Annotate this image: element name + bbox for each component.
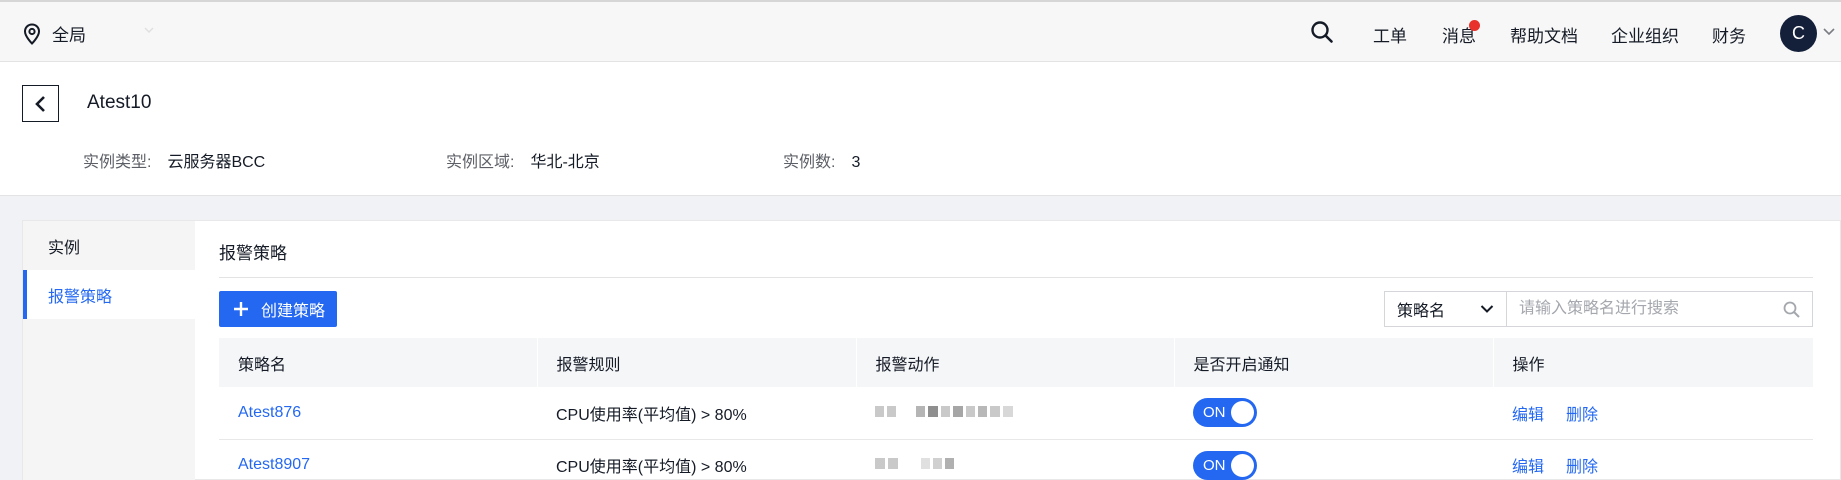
panel-title: 报警策略 [219,244,287,263]
chevron-left-icon [34,95,45,112]
toggle-label: ON [1203,404,1226,422]
edit-link[interactable]: 编辑 [1512,459,1544,476]
instance-type-label: 实例类型: [83,154,152,171]
column-header-notify: 是否开启通知 [1174,338,1494,387]
nav-finance[interactable]: 财务 [1712,22,1746,47]
column-header-operations: 操作 [1493,338,1814,387]
column-header-alarm-action: 报警动作 [856,338,1175,387]
search-icon[interactable] [1783,301,1800,318]
top-bar: 全局 工单 消息 帮助文档 企业组织 财务 C [0,0,1841,62]
search-icon[interactable] [1310,20,1334,44]
redacted-action [875,458,954,469]
instance-count-value: 3 [851,154,861,171]
page-title: Atest10 [87,92,152,113]
search-input[interactable] [1507,292,1812,326]
delete-link[interactable]: 删除 [1566,459,1598,476]
policy-name-link[interactable]: Atest876 [238,404,301,421]
region-label: 全局 [52,26,86,45]
notify-toggle[interactable]: ON [1193,450,1257,480]
create-policy-button[interactable]: 创建策略 [219,291,337,327]
back-button[interactable] [22,85,59,122]
table-header-row: 策略名 报警规则 报警动作 是否开启通知 操作 [219,338,1814,387]
policy-search: 策略名 [1384,291,1813,327]
toggle-knob [1231,453,1254,477]
chevron-down-icon[interactable] [1822,25,1836,39]
avatar[interactable]: C [1780,15,1817,52]
instance-count-label: 实例数: [783,154,836,171]
column-header-alarm-rule: 报警规则 [537,338,857,387]
search-field-select[interactable]: 策略名 [1385,292,1507,326]
divider [219,277,1813,278]
redacted-action [875,405,1013,417]
nav-help-docs[interactable]: 帮助文档 [1510,22,1578,47]
instance-type-value: 云服务器BCC [167,154,266,171]
instance-type: 实例类型: 云服务器BCC [83,148,265,172]
side-nav: 实例 报警策略 [23,221,195,480]
chevron-down-icon [1480,305,1494,313]
instance-count: 实例数: 3 [783,148,860,172]
policy-table: 策略名 报警规则 报警动作 是否开启通知 操作 Atest876 CPU使用率(… [219,338,1814,480]
region-selector[interactable]: 全局 [22,21,154,46]
location-pin-icon [23,22,41,45]
toggle-label: ON [1203,456,1226,474]
edit-link[interactable]: 编辑 [1512,407,1544,424]
instance-header: Atest10 实例类型: 云服务器BCC 实例区域: 华北-北京 实例数: 3 [0,62,1841,196]
content-area: 实例 报警策略 报警策略 创建策略 策略名 请输入策略名进行搜索 策略名 报警规… [22,220,1841,480]
notification-badge [1469,20,1480,31]
plus-icon [234,302,248,316]
table-row: Atest876 CPU使用率(平均值) > 80% ON 编辑 删除 [219,387,1813,440]
alarm-rule: CPU使用率(平均值) > 80% [537,439,856,480]
sidenav-item-instances[interactable]: 实例 [23,221,195,270]
toggle-knob [1231,401,1254,425]
instance-region-value: 华北-北京 [530,154,600,171]
delete-link[interactable]: 删除 [1566,407,1598,424]
chevron-down-icon [144,27,154,34]
create-policy-label: 创建策略 [261,303,326,320]
nav-organization[interactable]: 企业组织 [1611,22,1679,47]
alarm-rule: CPU使用率(平均值) > 80% [537,387,856,440]
instance-region: 实例区域: 华北-北京 [446,148,600,172]
sidenav-item-alarm-policies[interactable]: 报警策略 [23,270,195,319]
instance-region-label: 实例区域: [446,154,515,171]
table-row: Atest8907 CPU使用率(平均值) > 80% ON 编辑 删除 [219,439,1813,480]
policy-name-link[interactable]: Atest8907 [238,456,310,473]
search-field-value: 策略名 [1397,303,1446,320]
column-header-policy-name: 策略名 [219,338,538,387]
notify-toggle[interactable]: ON [1193,398,1257,428]
nav-tickets[interactable]: 工单 [1373,22,1407,47]
